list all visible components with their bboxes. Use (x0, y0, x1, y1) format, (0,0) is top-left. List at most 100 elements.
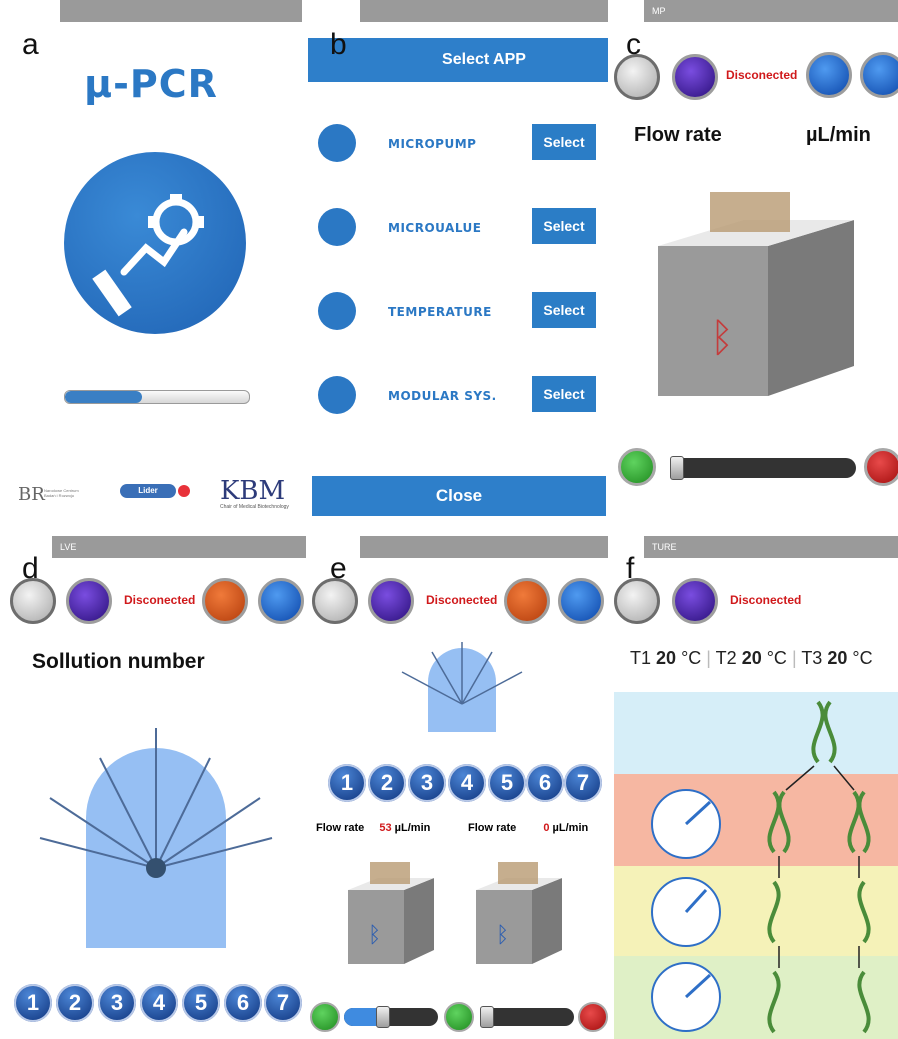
bluetooth-button[interactable] (614, 578, 660, 624)
panel-label-f: f (626, 552, 635, 585)
temperature-readouts: T1 20 °C | T2 20 °C | T3 20 °C (630, 648, 873, 668)
app-name: MICROUALUE (388, 221, 482, 235)
settings-button[interactable] (202, 578, 248, 624)
t3-value: 20 (827, 648, 848, 668)
panel-a-splash: a µ-PCR BR Narodowe Centrum Badań i Rozw… (0, 0, 302, 520)
flow-value: 0 (543, 822, 550, 834)
br-caption: Narodowe Centrum Badań i Rozwoju (44, 488, 79, 498)
solution-1-button[interactable]: 1 (14, 984, 52, 1022)
flow-unit: µL/min (552, 822, 589, 834)
connection-status: Disconected (730, 593, 802, 607)
lider-dot (178, 485, 190, 497)
t2-unit: °C (766, 648, 787, 668)
solution-number-title: Sollution number (32, 650, 205, 673)
panel-label-a: a (22, 28, 39, 61)
select-temperature-button[interactable]: Select (532, 292, 596, 328)
menu-button[interactable] (66, 578, 112, 624)
loading-progress-bar (64, 390, 250, 404)
select-micropump-button[interactable]: Select (532, 124, 596, 160)
solution-6-button[interactable]: 6 (526, 764, 564, 802)
play-button[interactable] (618, 448, 656, 486)
solution-2-button[interactable]: 2 (368, 764, 406, 802)
panel-label-d: d (22, 552, 39, 585)
panel-c-micropump: MP c Disconected Flow rate µL/min ᛒ (614, 0, 898, 520)
select-app-header: Select APP (308, 38, 608, 82)
flow-label: Flow rate (468, 822, 517, 834)
br-mark: BR (18, 484, 45, 505)
gear-chart-icon (92, 194, 204, 317)
t3-label: T3 (801, 648, 823, 668)
settings-button[interactable] (504, 578, 550, 624)
solution-6-button[interactable]: 6 (224, 984, 262, 1022)
reset-button[interactable] (860, 52, 898, 98)
connection-status: Disconected (124, 593, 196, 607)
sponsor-logo-kbm: KBM (220, 476, 286, 506)
panel-e-modular: e Disconected 1 2 3 4 5 6 7 Flow rate 53… (308, 536, 608, 1039)
pump2-illustration: ᛒ (476, 862, 562, 964)
pump1-flow-readout: Flow rate 53 µL/min (316, 822, 430, 834)
t2-label: T2 (715, 648, 737, 668)
select-app-title: Select APP (442, 51, 526, 68)
top-bar (360, 0, 608, 22)
connection-status: Disconected (426, 593, 498, 607)
top-bar (360, 536, 608, 558)
select-modular-button[interactable]: Select (532, 376, 596, 412)
top-bar: MP (644, 0, 898, 22)
flow-rate-label: Flow rate (634, 124, 722, 146)
slider-thumb[interactable] (480, 1006, 494, 1028)
close-button[interactable]: Close (312, 476, 606, 516)
menu-button[interactable] (368, 578, 414, 624)
t1-label: T1 (630, 648, 652, 668)
solution-7-button[interactable]: 7 (564, 764, 602, 802)
pump2-flow-readout: Flow rate 0 µL/min (468, 822, 588, 834)
thermometer-icon (318, 292, 356, 330)
menu-button[interactable] (672, 54, 718, 100)
solution-5-button[interactable]: 5 (182, 984, 220, 1022)
app-name: MODULAR SYS. (388, 389, 497, 403)
remote-button[interactable] (558, 578, 604, 624)
stop-button[interactable] (578, 1002, 608, 1032)
t2-value: 20 (741, 648, 762, 668)
app-name: MICROPUMP (388, 137, 477, 151)
panel-f-temperature: TURE f Disconected T1 20 °C | T2 20 °C |… (614, 536, 898, 1039)
t3-unit: °C (852, 648, 873, 668)
pump1-illustration: ᛒ (348, 862, 434, 964)
pump1-slider[interactable] (344, 1006, 438, 1028)
micropump-icon (318, 124, 356, 162)
solution-3-button[interactable]: 3 (98, 984, 136, 1022)
pump1-play-button[interactable] (310, 1002, 340, 1032)
solution-5-button[interactable]: 5 (488, 764, 526, 802)
slider-thumb[interactable] (670, 456, 684, 480)
solution-7-button[interactable]: 7 (264, 984, 302, 1022)
solution-3-button[interactable]: 3 (408, 764, 446, 802)
pump2-play-button[interactable] (444, 1002, 474, 1032)
t1-unit: °C (681, 648, 702, 668)
slider-thumb[interactable] (376, 1006, 390, 1028)
panel-label-b: b (330, 28, 347, 61)
flow-rate-unit: µL/min (806, 124, 871, 146)
sponsor-logo-br: BR Narodowe Centrum Badań i Rozwoju (18, 484, 88, 508)
bar-title: MP (652, 6, 666, 16)
select-microvalve-button[interactable]: Select (532, 208, 596, 244)
connection-status: Disconected (726, 68, 798, 82)
pump2-slider[interactable] (480, 1006, 574, 1028)
modular-system-icon (318, 376, 356, 414)
app-logo: µ-PCR (84, 62, 218, 106)
top-bar: LVE (52, 536, 306, 558)
solution-4-button[interactable]: 4 (140, 984, 178, 1022)
solution-2-button[interactable]: 2 (56, 984, 94, 1022)
stop-button[interactable] (864, 448, 898, 486)
panel-label-e: e (330, 552, 347, 585)
menu-button[interactable] (672, 578, 718, 624)
bluetooth-icon: ᛒ (710, 315, 734, 361)
solution-1-button[interactable]: 1 (328, 764, 366, 802)
microvalve-icon (318, 208, 356, 246)
refresh-button[interactable] (806, 52, 852, 98)
panel-label-c: c (626, 28, 641, 61)
app-emblem (64, 152, 246, 334)
bluetooth-icon: ᛒ (368, 923, 381, 948)
remote-button[interactable] (258, 578, 304, 624)
kbm-caption: Chair of Medical Biotechnology (220, 504, 289, 510)
flow-slider[interactable] (670, 456, 856, 480)
solution-4-button[interactable]: 4 (448, 764, 486, 802)
